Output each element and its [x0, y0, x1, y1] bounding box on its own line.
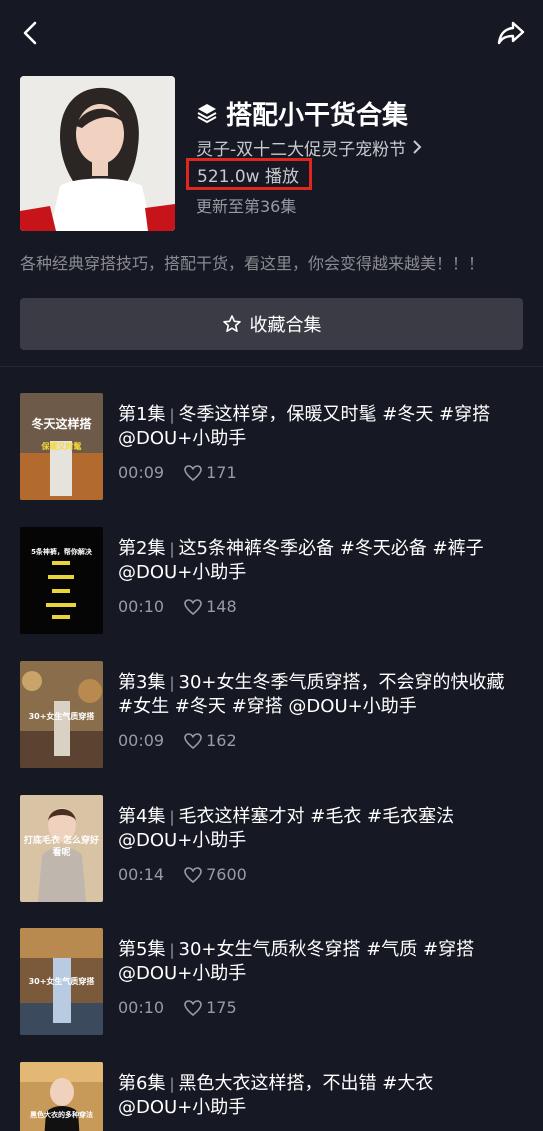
- thumbnail-caption: 黑色大衣的多种穿法: [30, 1111, 93, 1119]
- episode-meta: 00:14 7600: [118, 865, 247, 884]
- episode-title: 第4集 | 毛衣这样塞才对 #毛衣 #毛衣塞法 @DOU+小助手: [118, 806, 455, 851]
- like-count-value: 162: [206, 731, 237, 750]
- chevron-left-icon: [23, 21, 37, 45]
- episode-number: 第4集: [118, 806, 166, 827]
- collection-description: 各种经典穿搭技巧，搭配干货，看这里，你会变得越来越美！！！: [20, 254, 485, 273]
- episode-duration: 00:10: [118, 597, 165, 616]
- episode-meta: 00:09 162: [118, 731, 237, 750]
- episode-title-text: 30+女生冬季气质穿搭，不会穿的快收藏 #女生 #冬天 #穿搭 @DOU+小助手: [118, 672, 505, 717]
- episode-duration: 00:09: [118, 463, 165, 482]
- thumbnail-caption: 5条神裤，帮你解决: [31, 548, 92, 556]
- share-button[interactable]: [493, 16, 529, 50]
- divider: [0, 366, 543, 367]
- heart-icon: [184, 464, 202, 481]
- play-count-highlighted: 521.0w 播放: [186, 158, 312, 190]
- episode-item-2[interactable]: 5条神裤，帮你解决 第2集 | 这5条神裤冬季必备 #冬天必备 #裤子 @DOU+小…: [0, 527, 543, 635]
- collect-button-label: 收藏合集: [249, 315, 322, 336]
- author-link[interactable]: 灵子-双十二大促灵子宠粉节: [196, 134, 424, 160]
- like-count: 171: [184, 463, 237, 482]
- episode-number: 第2集: [118, 538, 166, 559]
- episode-title: 第3集 | 30+女生冬季气质穿搭，不会穿的快收藏 #女生 #冬天 #穿搭 @DOU…: [118, 672, 505, 717]
- episode-number: 第5集: [118, 939, 166, 960]
- share-arrow-icon: [497, 21, 525, 45]
- layers-icon: [197, 104, 217, 124]
- episode-meta: 00:10 175: [118, 998, 237, 1017]
- heart-icon: [184, 732, 202, 749]
- collection-cover-image: [20, 76, 175, 231]
- like-count-value: 175: [206, 998, 237, 1017]
- episode-thumbnail: 打底毛衣 怎么穿好看呢: [20, 795, 103, 902]
- episode-number: 第3集: [118, 672, 166, 693]
- thumbnail-caption: 30+女生气质穿搭: [28, 977, 95, 986]
- like-count: 7600: [184, 865, 247, 884]
- back-button[interactable]: [14, 16, 48, 50]
- author-name: 灵子-双十二大促灵子宠粉节: [196, 139, 407, 160]
- collection-page: 搭配小干货合集 灵子-双十二大促灵子宠粉节 521.0w 播放 更新至第36集 …: [0, 0, 543, 1131]
- like-count-value: 148: [206, 597, 237, 616]
- like-count-value: 7600: [206, 865, 247, 884]
- episode-thumbnail: 30+女生气质穿搭: [20, 928, 103, 1035]
- episode-title: 第5集 | 30+女生气质秋冬穿搭 #气质 #穿搭 @DOU+小助手: [118, 939, 475, 984]
- episode-item-5[interactable]: 30+女生气质穿搭 第5集 | 30+女生气质秋冬穿搭 #气质 #穿搭 @DOU+小…: [0, 928, 543, 1036]
- episode-item-3[interactable]: 30+女生气质穿搭 第3集 | 30+女生冬季气质穿搭，不会穿的快收藏 #女生 #冬…: [0, 661, 543, 769]
- thumbnail-subcaption: 保暖又时髦: [41, 442, 82, 451]
- episode-title: 第6集 | 黑色大衣这样搭，不出错 #大衣 @DOU+小助手: [118, 1073, 434, 1118]
- episode-title: 第2集 | 这5条神裤冬季必备 #冬天必备 #裤子 @DOU+小助手: [118, 538, 484, 583]
- episode-title: 第1集 | 冬季这样穿，保暖又时髦 #冬天 #穿搭 @DOU+小助手: [118, 404, 491, 449]
- like-count: 148: [184, 597, 237, 616]
- chevron-right-icon: [413, 140, 422, 154]
- collection-title: 搭配小干货合集: [226, 100, 409, 131]
- episode-thumbnail: 冬天这样搭 保暖又时髦: [20, 393, 103, 500]
- episode-duration: 00:10: [118, 998, 165, 1017]
- thumbnail-caption: 打底毛衣 怎么穿好看呢: [23, 836, 100, 858]
- episode-duration: 00:14: [118, 865, 165, 884]
- thumbnail-caption: 30+女生气质穿搭: [28, 712, 95, 721]
- episode-item-6[interactable]: 黑色大衣的多种穿法 第6集 | 黑色大衣这样搭，不出错 #大衣 @DOU+小助手: [0, 1062, 543, 1131]
- episode-item-1[interactable]: 冬天这样搭 保暖又时髦 第1集 | 冬季这样穿，保暖又时髦 #冬天 #穿搭 @DOU…: [0, 393, 543, 501]
- like-count: 175: [184, 998, 237, 1017]
- episode-thumbnail: 黑色大衣的多种穿法: [20, 1062, 103, 1131]
- like-count: 162: [184, 731, 237, 750]
- like-count-value: 171: [206, 463, 237, 482]
- episode-number: 第1集: [118, 404, 166, 425]
- episode-thumbnail: 5条神裤，帮你解决: [20, 527, 103, 634]
- episode-meta: 00:09 171: [118, 463, 237, 482]
- collection-title-row: 搭配小干货合集: [196, 96, 409, 131]
- episode-number: 第6集: [118, 1073, 166, 1094]
- heart-icon: [184, 999, 202, 1016]
- update-status: 更新至第36集: [196, 197, 297, 216]
- episode-meta: 00:10 148: [118, 597, 237, 616]
- star-outline-icon: [222, 315, 241, 332]
- episode-duration: 00:09: [118, 731, 165, 750]
- heart-icon: [184, 598, 202, 615]
- episode-thumbnail: 30+女生气质穿搭: [20, 661, 103, 768]
- collect-collection-button[interactable]: 收藏合集: [20, 298, 523, 350]
- episode-item-4[interactable]: 打底毛衣 怎么穿好看呢 第4集 | 毛衣这样塞才对 #毛衣 #毛衣塞法 @DOU+小…: [0, 795, 543, 903]
- heart-icon: [184, 866, 202, 883]
- thumbnail-caption: 冬天这样搭: [31, 417, 92, 431]
